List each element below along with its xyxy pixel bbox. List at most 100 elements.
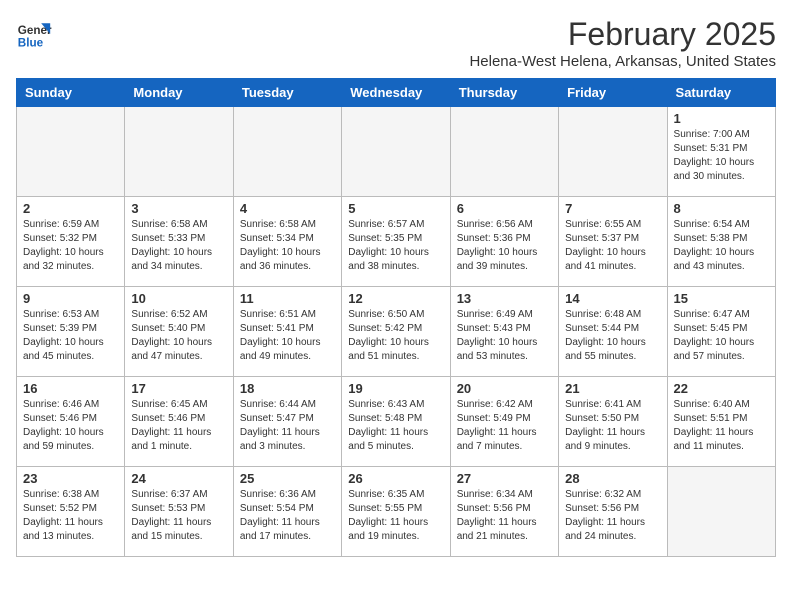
day-info: Sunrise: 6:34 AMSunset: 5:56 PMDaylight:…: [457, 488, 552, 544]
calendar-cell: 3 Sunrise: 6:58 AMSunset: 5:33 PMDaylight…: [125, 197, 233, 287]
calendar-body: 1 Sunrise: 7:00 AMSunset: 5:31 PMDaylight…: [17, 107, 776, 557]
day-number: 1: [674, 111, 769, 126]
calendar-cell: 19 Sunrise: 6:43 AMSunset: 5:48 PMDayligh…: [342, 377, 450, 467]
day-number: 28: [565, 471, 660, 486]
day-number: 25: [240, 471, 335, 486]
calendar-cell: 8Sunrise: 6:54 AMSunset: 5:38 PMDaylight…: [667, 197, 775, 287]
weekday-header-saturday: Saturday: [667, 79, 775, 107]
calendar-cell: 21 Sunrise: 6:41 AMSunset: 5:50 PMDayligh…: [559, 377, 667, 467]
day-number: 16: [23, 381, 118, 396]
weekday-header-thursday: Thursday: [450, 79, 558, 107]
calendar-table: SundayMondayTuesdayWednesdayThursdayFrid…: [16, 78, 776, 557]
calendar-cell: 16 Sunrise: 6:46 AMSunset: 5:46 PMDayligh…: [17, 377, 125, 467]
day-info: Sunrise: 6:52 AMSunset: 5:40 PMDaylight:…: [131, 308, 226, 364]
day-number: 4: [240, 201, 335, 216]
calendar-cell: 24Sunrise: 6:37 AMSunset: 5:53 PMDayligh…: [125, 467, 233, 557]
day-info: Sunrise: 6:35 AMSunset: 5:55 PMDaylight:…: [348, 488, 443, 544]
weekday-header-wednesday: Wednesday: [342, 79, 450, 107]
calendar-week-2: 2 Sunrise: 6:59 AMSunset: 5:32 PMDaylight…: [17, 197, 776, 287]
day-info: Sunrise: 6:55 AMSunset: 5:37 PMDaylight:…: [565, 218, 660, 274]
day-info: Sunrise: 6:45 AMSunset: 5:46 PMDaylight:…: [131, 398, 226, 454]
calendar-cell: 18Sunrise: 6:44 AMSunset: 5:47 PMDayligh…: [233, 377, 341, 467]
day-number: 18: [240, 381, 335, 396]
day-info: Sunrise: 6:58 AMSunset: 5:34 PMDaylight:…: [240, 218, 335, 274]
calendar-cell: 26 Sunrise: 6:35 AMSunset: 5:55 PMDayligh…: [342, 467, 450, 557]
calendar-cell: 22 Sunrise: 6:40 AMSunset: 5:51 PMDayligh…: [667, 377, 775, 467]
day-info: Sunrise: 6:32 AMSunset: 5:56 PMDaylight:…: [565, 488, 660, 544]
calendar-cell: 4 Sunrise: 6:58 AMSunset: 5:34 PMDaylight…: [233, 197, 341, 287]
day-number: 11: [240, 291, 335, 306]
calendar-cell: 2 Sunrise: 6:59 AMSunset: 5:32 PMDaylight…: [17, 197, 125, 287]
calendar-cell: 13 Sunrise: 6:49 AMSunset: 5:43 PMDayligh…: [450, 287, 558, 377]
day-number: 15: [674, 291, 769, 306]
weekday-header-sunday: Sunday: [17, 79, 125, 107]
calendar-cell: 11 Sunrise: 6:51 AMSunset: 5:41 PMDayligh…: [233, 287, 341, 377]
day-number: 3: [131, 201, 226, 216]
day-info: Sunrise: 6:56 AMSunset: 5:36 PMDaylight:…: [457, 218, 552, 274]
day-number: 7: [565, 201, 660, 216]
calendar-cell: 23 Sunrise: 6:38 AMSunset: 5:52 PMDayligh…: [17, 467, 125, 557]
day-number: 12: [348, 291, 443, 306]
calendar-subtitle: Helena-West Helena, Arkansas, United Sta…: [469, 53, 776, 70]
calendar-week-1: 1 Sunrise: 7:00 AMSunset: 5:31 PMDaylight…: [17, 107, 776, 197]
page-header: General Blue February 2025 Helena-West H…: [16, 16, 776, 70]
svg-text:Blue: Blue: [18, 37, 44, 50]
day-info: Sunrise: 6:40 AMSunset: 5:51 PMDaylight:…: [674, 398, 769, 454]
calendar-cell: 27 Sunrise: 6:34 AMSunset: 5:56 PMDayligh…: [450, 467, 558, 557]
day-number: 23: [23, 471, 118, 486]
day-number: 21: [565, 381, 660, 396]
calendar-cell: 9Sunrise: 6:53 AMSunset: 5:39 PMDaylight…: [17, 287, 125, 377]
calendar-cell: [342, 107, 450, 197]
weekday-header-row: SundayMondayTuesdayWednesdayThursdayFrid…: [17, 79, 776, 107]
day-info: Sunrise: 6:49 AMSunset: 5:43 PMDaylight:…: [457, 308, 552, 364]
calendar-week-3: 9Sunrise: 6:53 AMSunset: 5:39 PMDaylight…: [17, 287, 776, 377]
day-number: 2: [23, 201, 118, 216]
day-info: Sunrise: 6:46 AMSunset: 5:46 PMDaylight:…: [23, 398, 118, 454]
day-info: Sunrise: 6:58 AMSunset: 5:33 PMDaylight:…: [131, 218, 226, 274]
day-number: 27: [457, 471, 552, 486]
day-number: 6: [457, 201, 552, 216]
day-info: Sunrise: 6:51 AMSunset: 5:41 PMDaylight:…: [240, 308, 335, 364]
day-number: 19: [348, 381, 443, 396]
calendar-cell: 7 Sunrise: 6:55 AMSunset: 5:37 PMDaylight…: [559, 197, 667, 287]
day-number: 22: [674, 381, 769, 396]
day-info: Sunrise: 6:38 AMSunset: 5:52 PMDaylight:…: [23, 488, 118, 544]
calendar-cell: 20 Sunrise: 6:42 AMSunset: 5:49 PMDayligh…: [450, 377, 558, 467]
day-number: 20: [457, 381, 552, 396]
calendar-cell: [559, 107, 667, 197]
calendar-cell: 17Sunrise: 6:45 AMSunset: 5:46 PMDayligh…: [125, 377, 233, 467]
calendar-cell: [233, 107, 341, 197]
day-info: Sunrise: 6:59 AMSunset: 5:32 PMDaylight:…: [23, 218, 118, 274]
calendar-cell: 5Sunrise: 6:57 AMSunset: 5:35 PMDaylight…: [342, 197, 450, 287]
day-info: Sunrise: 6:36 AMSunset: 5:54 PMDaylight:…: [240, 488, 335, 544]
calendar-cell: 15Sunrise: 6:47 AMSunset: 5:45 PMDayligh…: [667, 287, 775, 377]
day-number: 14: [565, 291, 660, 306]
day-number: 26: [348, 471, 443, 486]
calendar-cell: [17, 107, 125, 197]
day-info: Sunrise: 6:53 AMSunset: 5:39 PMDaylight:…: [23, 308, 118, 364]
calendar-week-4: 16 Sunrise: 6:46 AMSunset: 5:46 PMDayligh…: [17, 377, 776, 467]
day-number: 10: [131, 291, 226, 306]
weekday-header-friday: Friday: [559, 79, 667, 107]
calendar-cell: 12Sunrise: 6:50 AMSunset: 5:42 PMDayligh…: [342, 287, 450, 377]
calendar-cell: 1 Sunrise: 7:00 AMSunset: 5:31 PMDaylight…: [667, 107, 775, 197]
calendar-cell: [450, 107, 558, 197]
calendar-week-5: 23 Sunrise: 6:38 AMSunset: 5:52 PMDayligh…: [17, 467, 776, 557]
day-number: 13: [457, 291, 552, 306]
logo: General Blue: [16, 16, 56, 52]
calendar-cell: 14 Sunrise: 6:48 AMSunset: 5:44 PMDayligh…: [559, 287, 667, 377]
day-info: Sunrise: 6:43 AMSunset: 5:48 PMDaylight:…: [348, 398, 443, 454]
calendar-cell: 28 Sunrise: 6:32 AMSunset: 5:56 PMDayligh…: [559, 467, 667, 557]
calendar-cell: 10 Sunrise: 6:52 AMSunset: 5:40 PMDayligh…: [125, 287, 233, 377]
day-info: Sunrise: 7:00 AMSunset: 5:31 PMDaylight:…: [674, 128, 769, 184]
title-area: February 2025 Helena-West Helena, Arkans…: [469, 16, 776, 70]
day-number: 8: [674, 201, 769, 216]
day-number: 24: [131, 471, 226, 486]
day-info: Sunrise: 6:57 AMSunset: 5:35 PMDaylight:…: [348, 218, 443, 274]
day-info: Sunrise: 6:41 AMSunset: 5:50 PMDaylight:…: [565, 398, 660, 454]
day-info: Sunrise: 6:48 AMSunset: 5:44 PMDaylight:…: [565, 308, 660, 364]
calendar-title: February 2025: [469, 16, 776, 53]
weekday-header-tuesday: Tuesday: [233, 79, 341, 107]
calendar-cell: [125, 107, 233, 197]
day-info: Sunrise: 6:42 AMSunset: 5:49 PMDaylight:…: [457, 398, 552, 454]
